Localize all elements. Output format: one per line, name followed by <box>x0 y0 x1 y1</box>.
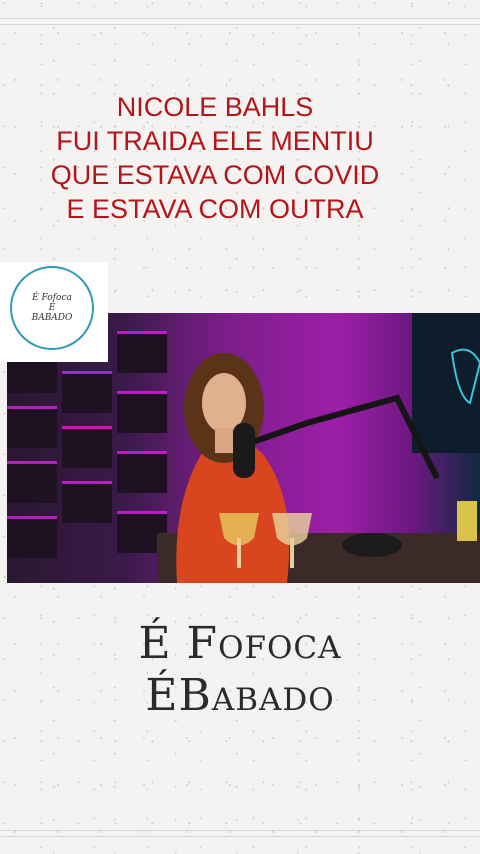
headline-line-1: NICOLE BAHLS <box>116 92 314 122</box>
bottom-border-line-inner <box>0 836 480 837</box>
logo-text-line-2: É <box>48 303 56 313</box>
top-border-line <box>0 18 480 19</box>
brand-line-1: É Fofoca <box>138 618 342 669</box>
headline-line-2: FUI TRAIDA ELE MENTIU <box>56 126 374 156</box>
logo-text-line-1: É Fofoca <box>32 293 72 303</box>
bottom-border-line <box>0 830 480 831</box>
logo-text-line-3: BABADO <box>31 313 73 323</box>
headline-line-3: QUE ESTAVA COM COVID <box>50 160 380 190</box>
brand-line-2: ÉBabado <box>145 670 335 721</box>
headline-line-4: E ESTAVA COM OUTRA <box>66 194 364 224</box>
brand-title: É Fofoca ÉBabado <box>0 618 480 722</box>
top-border-line-inner <box>0 24 480 25</box>
logo-badge: É Fofoca É BABADO <box>0 262 108 362</box>
logo-ring: É Fofoca É BABADO <box>10 266 94 350</box>
headline: NICOLE BAHLS FUI TRAIDA ELE MENTIU QUE E… <box>0 90 430 226</box>
